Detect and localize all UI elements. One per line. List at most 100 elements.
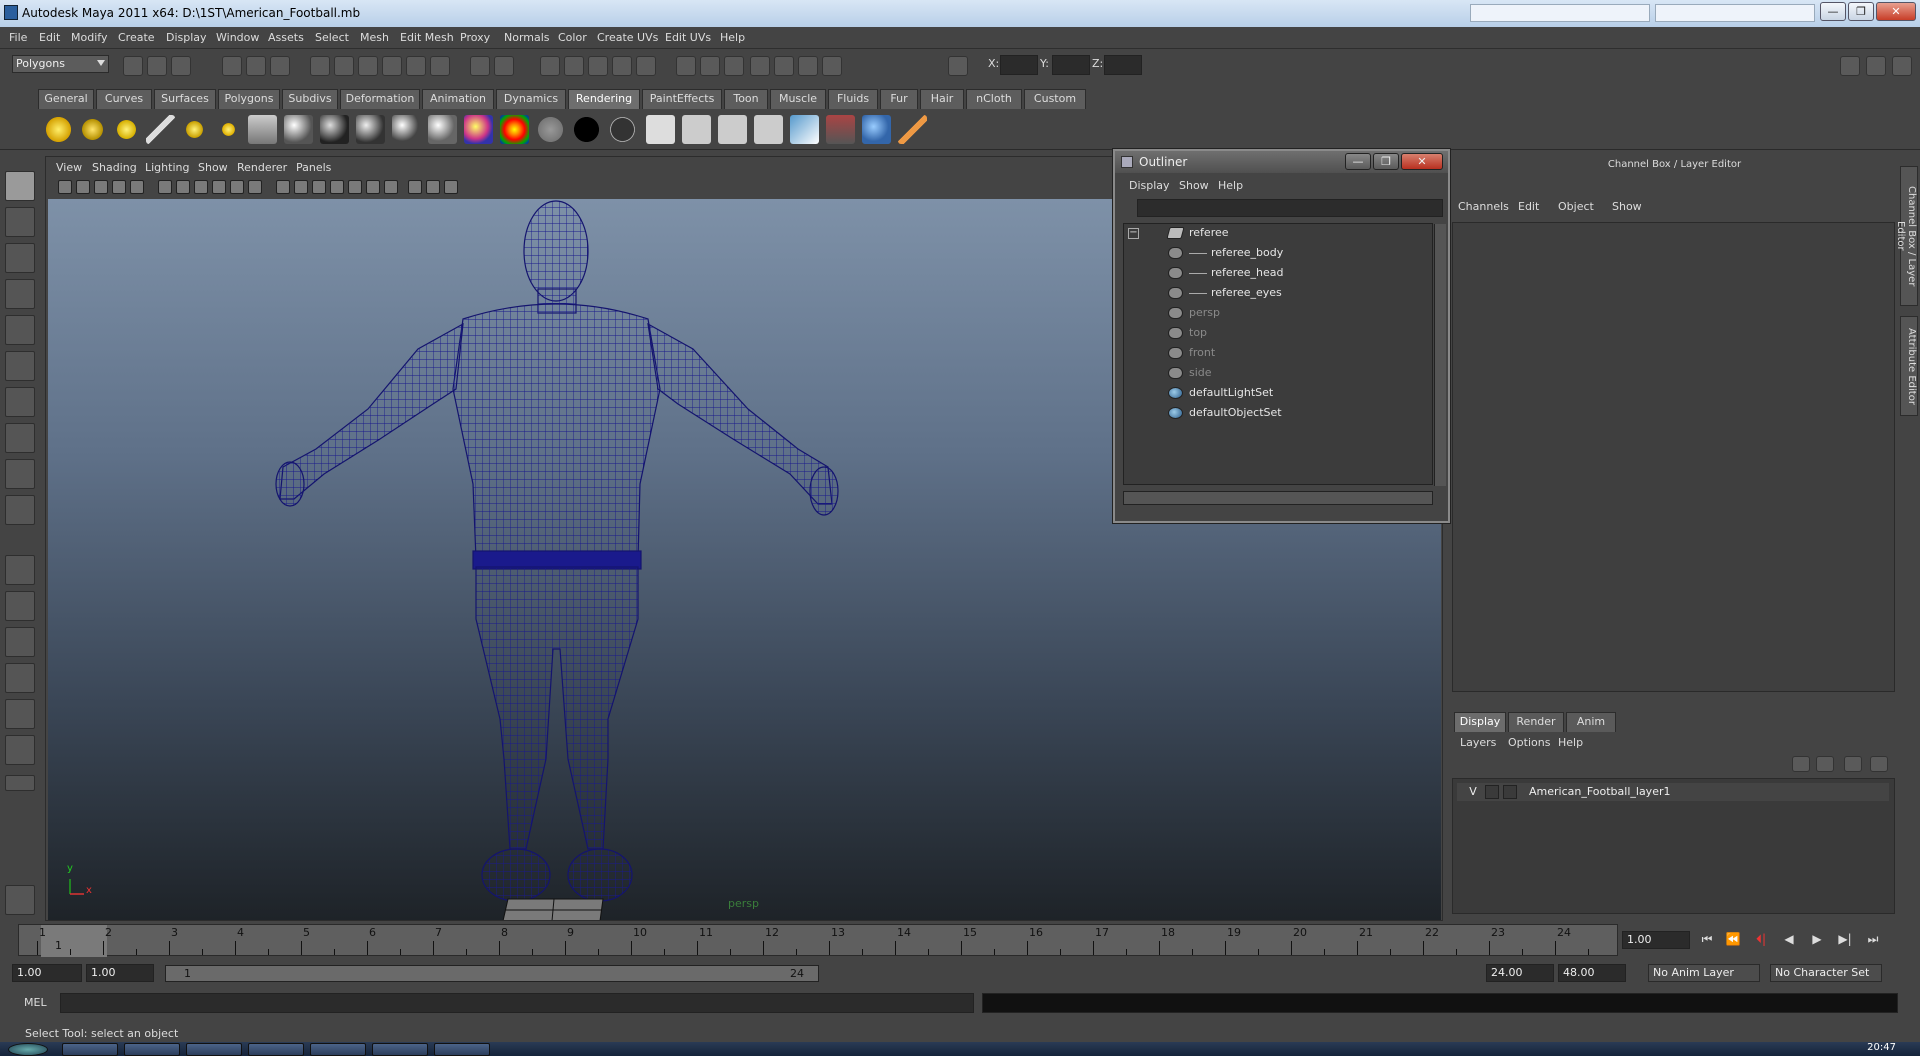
side-tab-attribute-editor[interactable]: Attribute Editor [1900, 316, 1918, 416]
volume-light-icon[interactable] [214, 115, 243, 144]
anim-end-field[interactable]: 48.00 [1558, 964, 1626, 982]
camera-select-icon[interactable] [58, 180, 72, 194]
manipulator-tool-icon[interactable] [5, 387, 35, 417]
shelf-tab-ncloth[interactable]: nCloth [966, 89, 1022, 109]
point-light-icon[interactable] [112, 115, 141, 144]
x-input[interactable] [1000, 55, 1038, 75]
channels-menu[interactable]: Channels [1458, 200, 1509, 213]
step-back-key-button[interactable]: ⏪ [1722, 932, 1744, 950]
side-tab-channel-box[interactable]: Channel Box / Layer Editor [1895, 166, 1918, 306]
render-view-window-icon[interactable] [754, 115, 783, 144]
collapse-icon[interactable]: − [1128, 228, 1139, 239]
character-set-dropdown[interactable]: No Character Set [1770, 964, 1882, 982]
layer-color-swatch[interactable] [1503, 785, 1517, 799]
new-layer-icon[interactable] [1844, 756, 1862, 772]
move-tool-icon[interactable] [5, 279, 35, 309]
ipr-render-current-frame-icon[interactable] [682, 115, 711, 144]
outliner-item[interactable]: top [1168, 324, 1207, 342]
move-layer-up-icon[interactable] [1792, 756, 1810, 772]
smooth-shading-icon[interactable] [294, 180, 308, 194]
minimize-button[interactable]: — [1820, 2, 1846, 21]
shelf-tab-rendering[interactable]: Rendering [568, 89, 640, 109]
current-time-indicator[interactable]: 1 [41, 925, 107, 957]
channel-box-area[interactable] [1452, 222, 1895, 692]
layer-visibility-toggle[interactable]: V [1465, 783, 1481, 801]
snap-plane-icon[interactable] [382, 56, 402, 76]
vp-menu-show[interactable]: Show [198, 161, 228, 174]
batch-render-icon[interactable] [798, 56, 818, 76]
play-backwards-button[interactable]: ◀ [1778, 932, 1800, 950]
shading-map-icon[interactable] [608, 115, 637, 144]
channel-edit-menu[interactable]: Edit [1518, 200, 1539, 213]
lock-icon[interactable] [470, 56, 490, 76]
range-slider-bar[interactable]: 1 24 [165, 965, 819, 982]
shelf-tab-curves[interactable]: Curves [96, 89, 152, 109]
outliner-filter-field[interactable] [1137, 199, 1443, 217]
menu-create-uvs[interactable]: Create UVs [597, 31, 658, 44]
menu-edit[interactable]: Edit [39, 31, 60, 44]
title-search-field-2[interactable] [1655, 4, 1815, 22]
menu-help[interactable]: Help [720, 31, 745, 44]
close-button[interactable]: ✕ [1876, 2, 1916, 21]
start-button[interactable] [8, 1043, 48, 1056]
scale-tool-icon[interactable] [5, 351, 35, 381]
all-lights-icon[interactable] [366, 180, 380, 194]
quick-layout-icon[interactable] [5, 885, 35, 915]
camera-tool-icon[interactable] [444, 180, 458, 194]
anim-start-field[interactable]: 1.00 [12, 964, 82, 982]
directional-light-icon[interactable] [78, 115, 107, 144]
menu-edit-uvs[interactable]: Edit UVs [665, 31, 711, 44]
render-current-frame-icon[interactable] [646, 115, 675, 144]
taskbar-maya[interactable] [434, 1043, 490, 1056]
phonge-shader-icon[interactable] [392, 115, 421, 144]
no-lights-icon[interactable] [384, 180, 398, 194]
taskbar-app-2[interactable] [124, 1043, 180, 1056]
field-chart-icon[interactable] [212, 180, 226, 194]
tool-settings-icon[interactable] [1866, 56, 1886, 76]
menu-window[interactable]: Window [216, 31, 259, 44]
current-frame-field[interactable]: 1.00 [1622, 931, 1690, 949]
shelf-tab-painteffects[interactable]: PaintEffects [642, 89, 722, 109]
render-layer-icon[interactable] [826, 115, 855, 144]
surface-shader-icon[interactable] [536, 115, 565, 144]
outliner-horizontal-scrollbar[interactable] [1123, 491, 1433, 505]
layer-row[interactable]: V American_Football_layer1 [1457, 783, 1889, 801]
save-scene-icon[interactable] [171, 56, 191, 76]
menu-file[interactable]: File [9, 31, 27, 44]
channel-object-menu[interactable]: Object [1558, 200, 1594, 213]
outliner-item[interactable]: defaultObjectSet [1168, 404, 1282, 422]
outliner-item[interactable]: referee_eyes [1168, 284, 1282, 302]
image-plane-icon[interactable] [112, 180, 126, 194]
lambert-shader-icon[interactable] [284, 115, 313, 144]
layer-tab-display[interactable]: Display [1454, 712, 1506, 732]
layer-options-menu[interactable]: Options [1508, 736, 1550, 749]
paint-select-tool-icon[interactable] [5, 243, 35, 273]
layers-menu[interactable]: Layers [1460, 736, 1496, 749]
shelf-tab-toon[interactable]: Toon [724, 89, 768, 109]
menu-mesh[interactable]: Mesh [360, 31, 389, 44]
shelf-tab-fluids[interactable]: Fluids [828, 89, 878, 109]
graph-persp-layout-icon[interactable] [5, 663, 35, 693]
resolution-gate-icon[interactable] [176, 180, 190, 194]
snap-curve-icon[interactable] [334, 56, 354, 76]
shelf-tab-subdivs[interactable]: Subdivs [282, 89, 338, 109]
menu-modify[interactable]: Modify [71, 31, 107, 44]
vp-menu-lighting[interactable]: Lighting [145, 161, 189, 174]
ramp-shader-icon[interactable] [500, 115, 529, 144]
step-forward-frame-button[interactable]: ▶| [1834, 932, 1856, 950]
open-scene-icon[interactable] [147, 56, 167, 76]
channel-show-menu[interactable]: Show [1612, 200, 1642, 213]
outliner-menu-show[interactable]: Show [1179, 179, 1209, 192]
z-input[interactable] [1104, 55, 1142, 75]
play-forwards-button[interactable]: ▶ [1806, 932, 1828, 950]
select-tool-icon[interactable] [5, 171, 35, 201]
use-background-icon[interactable] [572, 115, 601, 144]
shelf-tab-deformation[interactable]: Deformation [340, 89, 420, 109]
maximize-button[interactable]: ❐ [1848, 2, 1874, 21]
menu-assets[interactable]: Assets [268, 31, 304, 44]
safe-action-icon[interactable] [230, 180, 244, 194]
wireframe-on-shaded-icon[interactable] [312, 180, 326, 194]
shelf-tab-polygons[interactable]: Polygons [218, 89, 280, 109]
gate-mask-icon[interactable] [194, 180, 208, 194]
custom-layout-icon[interactable] [5, 735, 35, 765]
